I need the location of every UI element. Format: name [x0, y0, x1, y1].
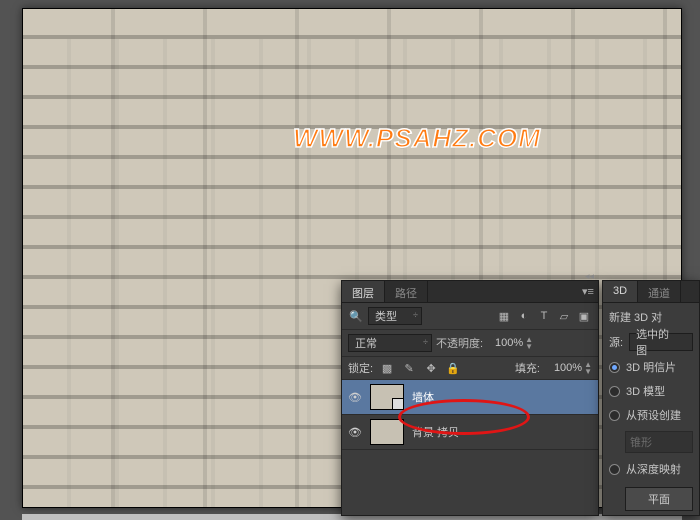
layers-panel-tabs: 图层 路径 ▾≡: [342, 281, 598, 303]
watermark-text: WWW.PSAHZ.COM: [293, 123, 541, 154]
tab-channels[interactable]: 通道: [638, 281, 681, 302]
source-select[interactable]: 选中的图: [629, 333, 693, 351]
radio-icon[interactable]: [609, 362, 620, 373]
opt-postcard[interactable]: 3D 明信片: [609, 359, 693, 375]
depth-sub-button[interactable]: 平面: [625, 487, 693, 511]
radio-icon[interactable]: [609, 386, 620, 397]
lock-brush-icon[interactable]: ✎: [401, 360, 417, 376]
threeD-panel-tabs: 3D 通道: [603, 281, 699, 303]
layer-filter-row: 🔍 类型 ÷ ▦ ◐ T ▱ ▣: [342, 303, 598, 330]
layer-thumbnail[interactable]: [370, 384, 404, 410]
tab-paths[interactable]: 路径: [385, 281, 428, 302]
preset-sub-select[interactable]: 锥形: [625, 431, 693, 453]
filter-kind-label: 类型: [375, 308, 397, 324]
threeD-title: 新建 3D 对: [609, 309, 693, 325]
filter-adjust-icon[interactable]: ◐: [516, 308, 532, 324]
threeD-body: 新建 3D 对 源: 选中的图 3D 明信片 3D 模型 从预设创建 锥形 从深…: [603, 303, 699, 517]
radio-icon[interactable]: [609, 464, 620, 475]
layer-name: 墙体: [412, 389, 434, 405]
opacity-value: 100%: [487, 337, 525, 349]
blend-mode-value: 正常: [355, 335, 377, 351]
opt-label: 3D 明信片: [626, 359, 676, 375]
panel-collapse-icon[interactable]: ◂◂: [585, 271, 594, 282]
filter-pixel-icon[interactable]: ▦: [496, 308, 512, 324]
source-value: 选中的图: [636, 326, 678, 358]
filter-type-icon[interactable]: T: [536, 308, 552, 324]
lock-all-icon[interactable]: 🔒: [445, 360, 461, 376]
layer-item-bgcopy[interactable]: 👁 背景 拷贝: [342, 415, 598, 450]
opacity-spinner[interactable]: 100% ▲▼: [487, 336, 533, 350]
preset-sub-value: 锥形: [630, 437, 652, 449]
filter-kind-select[interactable]: 类型 ÷: [368, 307, 422, 325]
spinner-arrows-icon: ▲▼: [584, 361, 592, 375]
lock-label: 锁定:: [348, 360, 373, 376]
visibility-eye-icon[interactable]: 👁: [348, 426, 362, 439]
blend-row: 正常 ÷ 不透明度: 100% ▲▼: [342, 330, 598, 357]
panel-menu-icon[interactable]: ▾≡: [578, 281, 598, 302]
layer-item-wall[interactable]: 👁 墙体: [342, 380, 598, 415]
chevron-down-icon: ÷: [413, 310, 418, 320]
layer-name: 背景 拷贝: [412, 424, 459, 440]
layer-thumbnail[interactable]: [370, 419, 404, 445]
lock-transparent-icon[interactable]: ▩: [379, 360, 395, 376]
visibility-eye-icon[interactable]: 👁: [348, 391, 362, 404]
fill-spinner[interactable]: 100% ▲▼: [546, 361, 592, 375]
spinner-arrows-icon: ▲▼: [525, 336, 533, 350]
fill-value: 100%: [546, 362, 584, 374]
opt-label: 3D 模型: [626, 383, 665, 399]
opt-preset[interactable]: 从预设创建: [609, 407, 693, 423]
search-icon[interactable]: 🔍: [348, 308, 364, 324]
opt-label: 从预设创建: [626, 407, 681, 423]
radio-icon[interactable]: [609, 410, 620, 421]
lock-move-icon[interactable]: ✥: [423, 360, 439, 376]
source-label: 源:: [609, 334, 623, 350]
depth-sub-value: 平面: [648, 494, 670, 506]
opacity-label: 不透明度:: [436, 335, 483, 351]
layer-list: 👁 墙体 👁 背景 拷贝: [342, 380, 598, 450]
layers-panel: ◂◂ 图层 路径 ▾≡ 🔍 类型 ÷ ▦ ◐ T ▱ ▣ 正常 ÷ 不透明度: …: [341, 280, 599, 516]
chevron-down-icon: ÷: [423, 337, 428, 347]
blend-mode-select[interactable]: 正常 ÷: [348, 334, 432, 352]
opt-label: 从深度映射: [626, 461, 681, 477]
opt-model[interactable]: 3D 模型: [609, 383, 693, 399]
fill-label: 填充:: [515, 360, 540, 376]
opt-depth[interactable]: 从深度映射: [609, 461, 693, 477]
tab-3d[interactable]: 3D: [603, 281, 638, 302]
threeD-panel: 3D 通道 新建 3D 对 源: 选中的图 3D 明信片 3D 模型 从预设创建…: [602, 280, 700, 516]
lock-row: 锁定: ▩ ✎ ✥ 🔒 填充: 100% ▲▼: [342, 357, 598, 380]
tab-layers[interactable]: 图层: [342, 281, 385, 302]
source-row: 源: 选中的图: [609, 333, 693, 351]
filter-smart-icon[interactable]: ▣: [576, 308, 592, 324]
filter-shape-icon[interactable]: ▱: [556, 308, 572, 324]
